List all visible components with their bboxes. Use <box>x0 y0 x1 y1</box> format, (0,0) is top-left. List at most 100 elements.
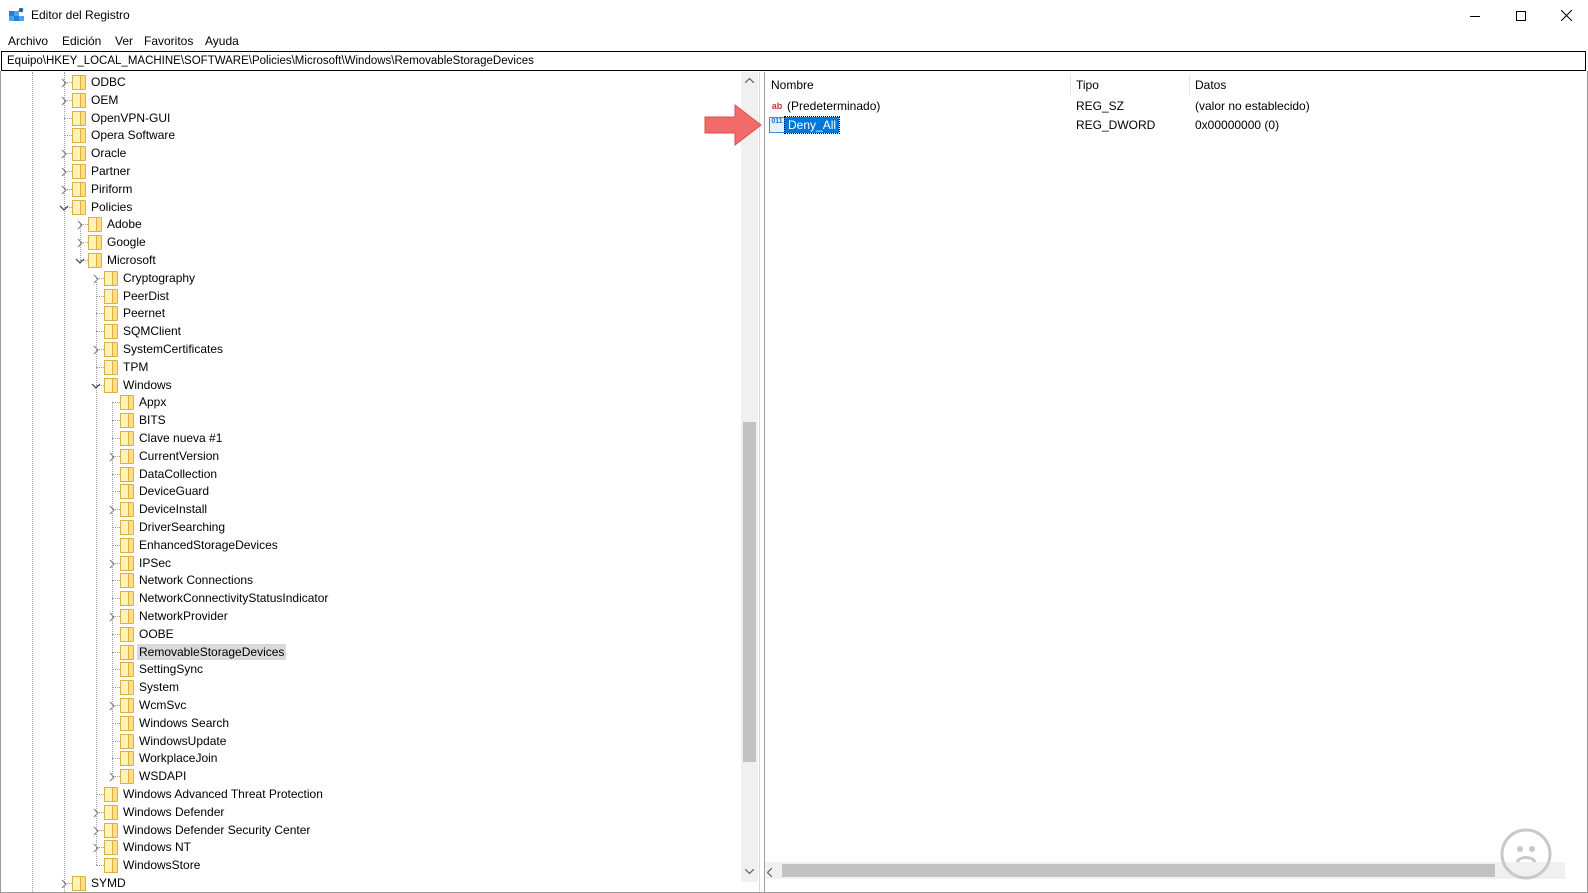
tree-item[interactable]: Policies <box>1 198 741 216</box>
menu-ver[interactable]: Ver <box>115 34 133 48</box>
tree-vertical-scrollbar[interactable] <box>741 72 758 882</box>
column-header-nombre[interactable]: Nombre <box>771 78 814 92</box>
folder-icon <box>72 145 86 162</box>
tree-item[interactable]: PeerDist <box>1 287 741 305</box>
folder-icon <box>120 448 134 464</box>
tree-guide-line <box>96 313 104 315</box>
tree-guide-line <box>112 402 120 404</box>
chevron-right-icon[interactable] <box>59 95 69 106</box>
tree-item[interactable]: OpenVPN-GUI <box>1 109 741 127</box>
window-title: Editor del Registro <box>31 8 130 22</box>
value-type: REG_SZ <box>1076 99 1125 113</box>
tree-item[interactable]: Partner <box>1 162 741 180</box>
tree-item-label: Windows Search <box>139 715 230 730</box>
tree-item[interactable]: Adobe <box>1 215 741 233</box>
folder-icon <box>120 715 134 731</box>
tree-guide-line <box>96 794 104 795</box>
tree-guide-line <box>96 277 97 866</box>
tree-guide-line <box>112 722 120 724</box>
column-divider[interactable] <box>1189 75 1190 95</box>
tree-item-label: Microsoft <box>107 253 156 267</box>
tree-item[interactable]: Oracle <box>1 144 741 162</box>
chevron-right-icon[interactable] <box>59 77 69 88</box>
tree-guide-line <box>64 135 72 137</box>
values-scroll-thumb[interactable] <box>782 864 1495 877</box>
tree-item[interactable]: SQMClient <box>1 322 741 340</box>
tree-item[interactable]: Opera Software <box>1 126 741 144</box>
menu-ayuda[interactable]: Ayuda <box>205 34 239 48</box>
tree-item[interactable]: Windows Defender <box>1 803 741 821</box>
tree-item[interactable]: TPM <box>1 358 741 376</box>
close-button[interactable] <box>1543 0 1588 31</box>
tree-item[interactable]: SystemCertificates <box>1 340 741 358</box>
folder-icon <box>120 466 134 482</box>
folder-icon <box>120 626 134 642</box>
tree-item[interactable]: WindowsStore <box>1 856 741 874</box>
folder-icon <box>120 555 134 571</box>
column-header-tipo[interactable]: Tipo <box>1076 78 1099 92</box>
string-value-icon: ab <box>771 101 783 111</box>
chevron-right-icon[interactable] <box>59 878 69 889</box>
tree-item-label: Piriform <box>91 181 133 196</box>
column-divider[interactable] <box>1070 75 1071 95</box>
folder-icon <box>120 590 134 607</box>
folder-icon <box>120 483 134 500</box>
tree-guide-line <box>112 687 120 689</box>
tree-item[interactable]: ODBC <box>1 73 741 91</box>
folder-icon <box>72 74 86 90</box>
tree-item[interactable]: Windows Defender Security Center <box>1 821 741 839</box>
folder-icon <box>72 875 86 891</box>
tree-item-label: NetworkConnectivityStatusIndicator <box>139 591 329 606</box>
folder-icon <box>120 733 134 749</box>
column-header-datos[interactable]: Datos <box>1195 78 1226 92</box>
scroll-down-arrow-icon[interactable] <box>741 863 758 880</box>
address-bar[interactable]: Equipo\HKEY_LOCAL_MACHINE\SOFTWARE\Polic… <box>1 51 1586 71</box>
chevron-right-icon[interactable] <box>59 148 69 159</box>
scroll-left-arrow-icon[interactable] <box>766 866 773 880</box>
tree-item-label: CurrentVersion <box>139 448 220 463</box>
value-row-selected[interactable]: 011 Deny_All REG_DWORD 0x00000000 (0) <box>765 116 1565 135</box>
values-list-pane[interactable]: Nombre Tipo Datos ab (Predeterminado) RE… <box>765 72 1587 892</box>
tree-item[interactable]: Google <box>1 233 741 251</box>
menu-archivo[interactable]: Archivo <box>8 34 48 48</box>
folder-icon <box>104 822 118 838</box>
tree-item-label: WindowsStore <box>123 858 201 873</box>
maximize-button[interactable] <box>1498 0 1544 31</box>
tree-guide-line <box>112 473 120 475</box>
key-tree-pane[interactable]: ODBC OEM OpenVPN-GUI Opera Software Oracle Pa… <box>1 72 759 892</box>
tree-item-label: IPSec <box>139 555 172 570</box>
value-row[interactable]: ab (Predeterminado) REG_SZ (valor no est… <box>765 97 1565 116</box>
title-bar: Editor del Registro <box>0 0 1588 31</box>
annotation-arrow-icon <box>703 103 763 147</box>
tree-guide-line <box>112 402 113 777</box>
menu-favoritos[interactable]: Favoritos <box>144 34 193 48</box>
value-type: REG_DWORD <box>1076 118 1156 132</box>
tree-item-label: Peernet <box>123 306 166 321</box>
chevron-right-icon[interactable] <box>59 184 69 195</box>
tree-item-label: Windows Defender <box>123 804 225 819</box>
chevron-down-icon[interactable] <box>59 202 69 212</box>
tree-scroll-thumb[interactable] <box>743 422 756 762</box>
values-horizontal-scrollbar[interactable] <box>765 862 1565 879</box>
tree-item[interactable]: Peernet <box>1 304 741 322</box>
value-name: (Predeterminado) <box>787 99 881 113</box>
folder-icon <box>104 377 118 393</box>
tree-item[interactable]: Windows <box>1 376 741 394</box>
menu-edicion[interactable]: Edición <box>62 34 101 48</box>
tree-item[interactable]: Windows NT <box>1 838 741 856</box>
tree-guide-line <box>112 491 120 493</box>
tree-item[interactable]: Windows Advanced Threat Protection <box>1 785 741 803</box>
tree-item-label: EnhancedStorageDevices <box>139 537 278 552</box>
tree-item-label: WindowsUpdate <box>139 733 227 748</box>
tree-guide-line <box>112 633 120 635</box>
folder-icon <box>104 323 118 340</box>
tree-item[interactable]: Piriform <box>1 180 741 198</box>
tree-item[interactable]: SYMD <box>1 874 741 892</box>
folder-icon <box>88 252 102 268</box>
minimize-button[interactable] <box>1452 0 1498 31</box>
tree-item[interactable]: OEM <box>1 91 741 109</box>
tree-item[interactable]: Microsoft <box>1 251 741 269</box>
chevron-right-icon[interactable] <box>59 166 69 177</box>
tree-item[interactable]: Cryptography <box>1 269 741 287</box>
scroll-up-arrow-icon[interactable] <box>741 72 758 89</box>
